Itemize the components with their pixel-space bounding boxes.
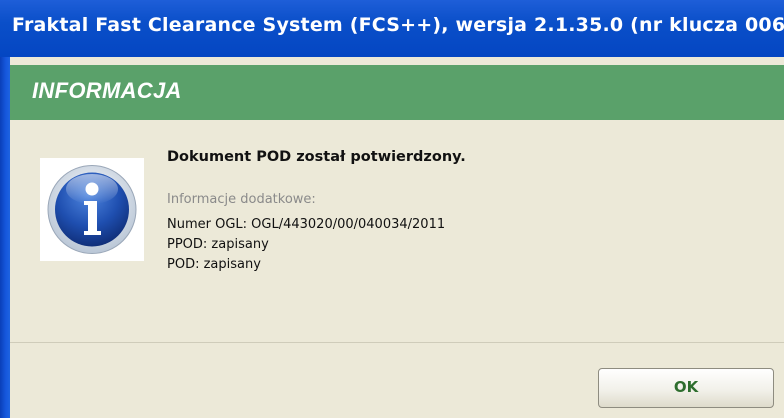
dialog-window: Fraktal Fast Clearance System (FCS++), w… bbox=[0, 0, 784, 418]
header-title: INFORMACJA bbox=[32, 78, 182, 103]
message-line-ppod: PPOD: zapisany bbox=[167, 237, 269, 252]
window-title: Fraktal Fast Clearance System (FCS++), w… bbox=[12, 14, 784, 36]
header-band: INFORMACJA bbox=[10, 65, 784, 120]
info-icon-frame bbox=[40, 158, 144, 261]
message-title: Dokument POD został potwierdzony. bbox=[167, 149, 466, 165]
window-frame-left bbox=[0, 57, 10, 418]
dialog-content: INFORMACJA Dokument POD został potwierdz… bbox=[10, 57, 784, 418]
ok-button-label: OK bbox=[673, 378, 699, 396]
message-line-pod: POD: zapisany bbox=[167, 257, 261, 272]
message-subtitle: Informacje dodatkowe: bbox=[167, 192, 316, 207]
info-icon bbox=[47, 165, 137, 254]
message-line-ogl: Numer OGL: OGL/443020/00/040034/2011 bbox=[167, 217, 446, 232]
footer-divider bbox=[10, 342, 784, 343]
title-bar[interactable]: Fraktal Fast Clearance System (FCS++), w… bbox=[0, 0, 784, 57]
ok-button[interactable]: OK bbox=[598, 368, 774, 408]
